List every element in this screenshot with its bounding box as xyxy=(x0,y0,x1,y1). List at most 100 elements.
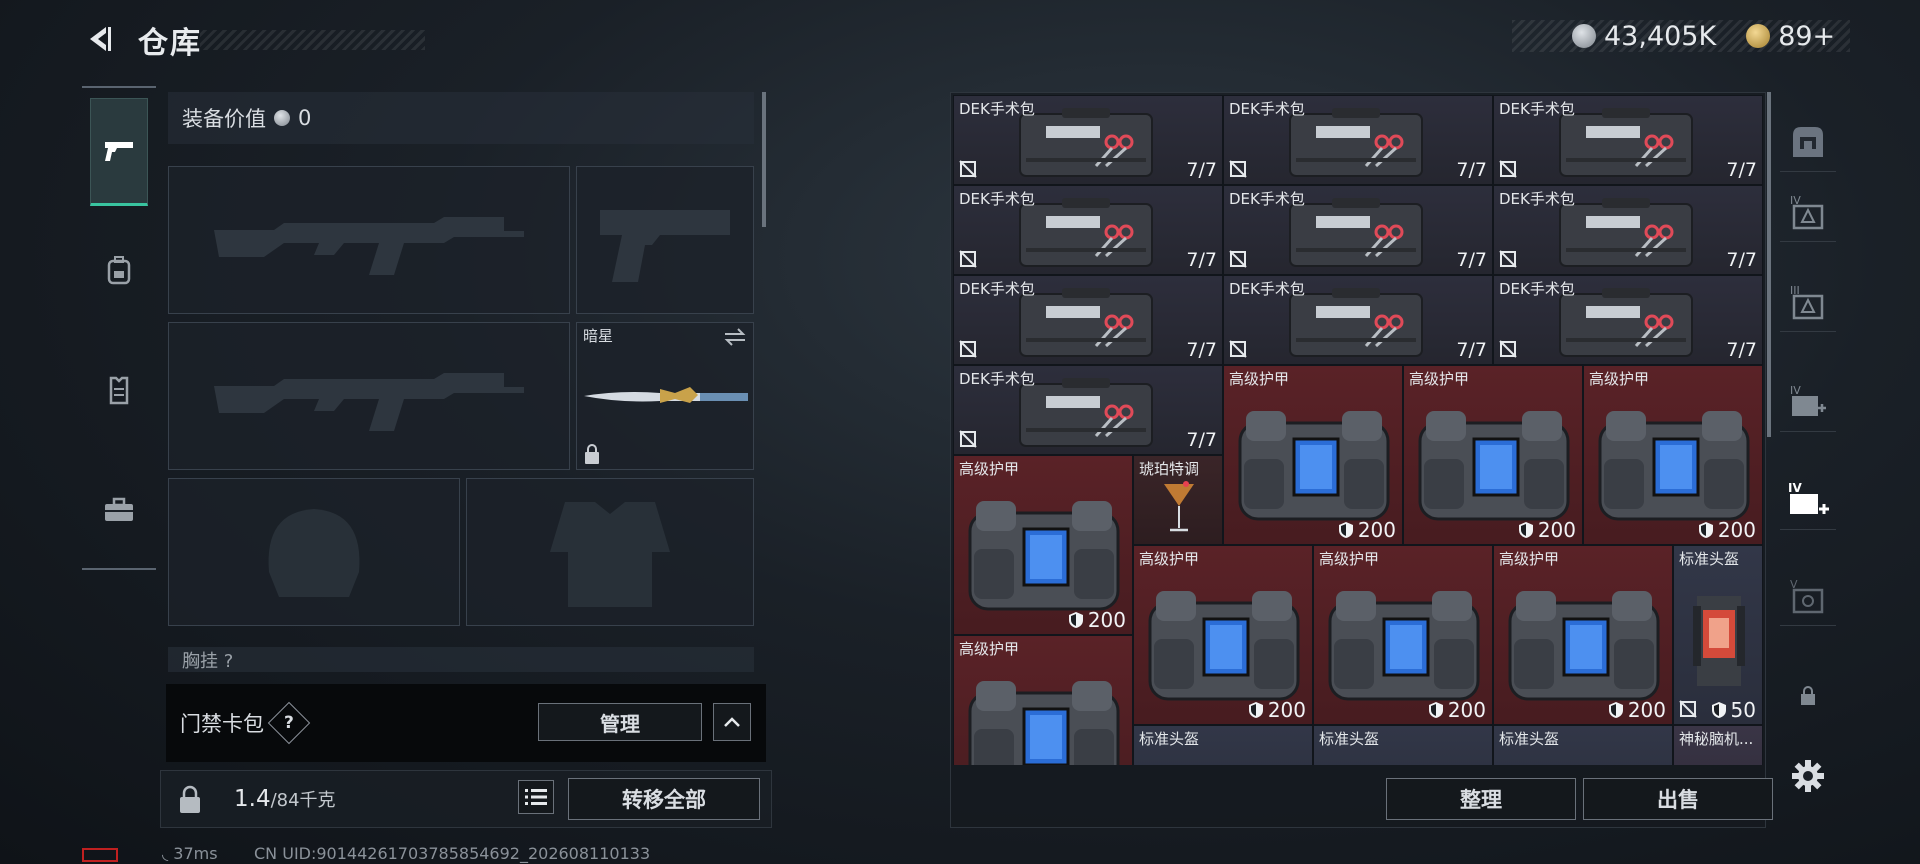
vest-icon xyxy=(109,376,129,405)
not-sellable-icon xyxy=(959,250,977,268)
svg-text:IV: IV xyxy=(1788,481,1802,495)
storage-item-armor[interactable]: 高级护甲 200 xyxy=(1583,365,1763,545)
storage-item-medkit[interactable]: DEK手术包 7/7 xyxy=(953,365,1223,455)
storage-grid: DEK手术包 7/7 DEK手术包 7/7 DEK手术包 7/7 DEK手术包 7/7 DEK手… xyxy=(953,95,1763,765)
rifle-silhouette-icon xyxy=(214,373,524,431)
surgery-kit-icon xyxy=(1559,198,1693,267)
storage-item-medkit[interactable]: DEK手术包 7/7 xyxy=(1223,185,1493,275)
title-decoration xyxy=(200,30,425,50)
storage-item-medkit[interactable]: DEK手术包 7/7 xyxy=(1493,185,1763,275)
item-name: 标准头盔 xyxy=(1319,730,1380,748)
secondary-weapon-slot[interactable] xyxy=(168,322,570,470)
durability-value: 200 xyxy=(1717,518,1756,542)
surgery-kit-icon xyxy=(1289,288,1423,357)
sell-button[interactable]: 出售 xyxy=(1583,778,1773,820)
tab-backpack[interactable] xyxy=(90,216,148,324)
sidebar-item-safe-box[interactable] xyxy=(1780,112,1836,172)
tab-vest[interactable] xyxy=(90,336,148,444)
storage-item-helmet[interactable]: 标准头盔 xyxy=(1493,725,1673,765)
durability-shield-icon xyxy=(1068,612,1083,628)
tab-weapons[interactable] xyxy=(90,98,148,206)
lock-icon xyxy=(1801,686,1815,705)
storage-item-medkit[interactable]: DEK手术包 7/7 xyxy=(1493,275,1763,365)
storage-item-purple[interactable]: 神秘脑机... xyxy=(1673,725,1763,765)
list-view-button[interactable] xyxy=(518,780,554,814)
coin-icon xyxy=(1572,24,1596,48)
help-icon[interactable]: ? xyxy=(267,701,311,745)
storage-item-armor[interactable]: 高级护甲 200 xyxy=(1403,365,1583,545)
storage-tier-icon: V xyxy=(1790,578,1824,613)
settings-button[interactable] xyxy=(1780,746,1836,806)
storage-item-armor[interactable]: 高级护甲 200 xyxy=(1133,545,1313,725)
armor-icon xyxy=(1508,591,1660,701)
lock-icon xyxy=(585,444,599,464)
item-durability: 200 xyxy=(1338,518,1396,542)
item-count: 7/7 xyxy=(1186,429,1217,451)
storage-item-medkit[interactable]: DEK手术包 7/7 xyxy=(953,275,1223,365)
equipment-value-header: 装备价值 0 xyxy=(168,92,754,144)
item-name: DEK手术包 xyxy=(959,370,1035,388)
item-name: DEK手术包 xyxy=(959,190,1035,208)
sidearm-slot[interactable] xyxy=(576,166,754,314)
helmet-silhouette-icon xyxy=(268,509,360,597)
primary-weapon-slot[interactable] xyxy=(168,166,570,314)
not-sellable-icon xyxy=(1679,700,1697,718)
storage-item-helmet[interactable]: 标准头盔 xyxy=(1133,725,1313,765)
storage-scrollbar[interactable] xyxy=(1767,92,1771,437)
weight-max: /84千克 xyxy=(270,790,336,811)
storage-item-medkit[interactable]: DEK手术包 7/7 xyxy=(1223,275,1493,365)
melee-slot[interactable]: 暗星 xyxy=(576,322,754,470)
armor-slot[interactable] xyxy=(466,478,754,626)
helmet-slot[interactable] xyxy=(168,478,460,626)
tab-briefcase[interactable] xyxy=(90,456,148,564)
sort-button[interactable]: 整理 xyxy=(1386,778,1576,820)
item-durability: 200 xyxy=(1518,518,1576,542)
transfer-all-button[interactable]: 转移全部 xyxy=(568,778,760,820)
sidebar-item-add-storage-active[interactable]: IV xyxy=(1780,470,1836,530)
item-name: 标准头盔 xyxy=(1679,550,1740,568)
sidebar-item-storage-5[interactable]: V xyxy=(1780,566,1836,626)
equipment-scrollbar[interactable] xyxy=(762,92,766,227)
not-sellable-icon xyxy=(959,340,977,358)
safe-box-icon xyxy=(1793,126,1823,157)
storage-item-medkit[interactable]: DEK手术包 7/7 xyxy=(1493,95,1763,185)
manage-button[interactable]: 管理 xyxy=(538,703,702,741)
item-durability: 200 xyxy=(1248,698,1306,722)
gear-icon xyxy=(1792,760,1824,792)
sidebar-item-storage-4[interactable]: IV xyxy=(1780,182,1836,242)
sidebar-item-add-storage-4[interactable]: IV xyxy=(1780,372,1836,432)
storage-item-drink[interactable]: 琥珀特调 xyxy=(1133,455,1223,545)
storage-item-armor[interactable]: 高级护甲 200 xyxy=(1223,365,1403,545)
uid-text: CN UID:90144261703785854692_202608110133 xyxy=(254,844,651,863)
storage-item-armor[interactable]: 高级护甲 200 xyxy=(1313,545,1493,725)
coin-amount: 43,405K xyxy=(1604,20,1717,52)
category-tabs xyxy=(82,86,156,570)
armor-icon xyxy=(968,501,1120,611)
swap-icon[interactable] xyxy=(723,327,747,347)
storage-item-helmet[interactable]: 标准头盔 50 xyxy=(1673,545,1763,725)
storage-item-armor[interactable]: 高级护甲 200 xyxy=(953,455,1133,635)
list-icon xyxy=(525,789,547,805)
armor-icon xyxy=(1148,591,1300,701)
surgery-kit-icon xyxy=(1559,108,1693,177)
surgery-kit-icon xyxy=(1019,108,1153,177)
not-sellable-icon xyxy=(1229,160,1247,178)
sidebar-item-storage-3[interactable]: III xyxy=(1780,272,1836,332)
svg-text:IV: IV xyxy=(1790,384,1801,397)
storage-item-medkit[interactable]: DEK手术包 7/7 xyxy=(953,95,1223,185)
item-name: DEK手术包 xyxy=(959,100,1035,118)
storage-item-armor[interactable]: 高级护甲 200 xyxy=(1493,545,1673,725)
durability-shield-icon xyxy=(1518,522,1533,538)
item-count: 7/7 xyxy=(1726,249,1757,271)
item-name: 标准头盔 xyxy=(1139,730,1200,748)
storage-item-medkit[interactable]: DEK手术包 7/7 xyxy=(1223,95,1493,185)
storage-item-helmet[interactable]: 标准头盔 xyxy=(1313,725,1493,765)
back-button[interactable] xyxy=(82,22,116,56)
storage-item-medkit[interactable]: DEK手术包 7/7 xyxy=(953,185,1223,275)
collapse-button[interactable] xyxy=(713,703,751,741)
durability-value: 200 xyxy=(1627,698,1666,722)
durability-value: 200 xyxy=(1447,698,1486,722)
item-name: DEK手术包 xyxy=(1499,100,1575,118)
storage-item-armor[interactable]: 高级护甲 xyxy=(953,635,1133,765)
storage-sidebar: IV III IV IV V xyxy=(1780,92,1836,832)
